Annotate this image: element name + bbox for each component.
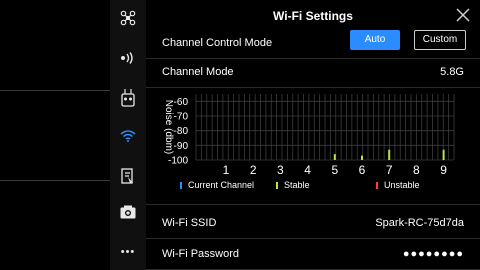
y-tick-label: -80 bbox=[174, 126, 189, 137]
legend-stable: Stable bbox=[276, 180, 310, 190]
y-axis-label: Noise (dbm) bbox=[163, 100, 174, 154]
remote-controller-icon-svg bbox=[121, 89, 135, 107]
x-tick-label: 3 bbox=[277, 163, 284, 177]
y-tick-label: -90 bbox=[174, 141, 189, 152]
custom-button[interactable]: Custom bbox=[414, 30, 466, 50]
noise-chart-svg: -60 -70 -80 -90 -100 Noise (dbm) 1 2 3 4 5 6 7 8 9 bbox=[163, 94, 455, 177]
battery-icon[interactable] bbox=[110, 164, 146, 188]
x-tick-label: 9 bbox=[440, 163, 447, 177]
x-tick-label: 8 bbox=[413, 163, 420, 177]
close-icon[interactable] bbox=[454, 6, 472, 24]
password-row[interactable]: Wi-Fi Password ●●●●●●●● bbox=[146, 239, 480, 270]
legend-current-channel: Current Channel bbox=[180, 180, 254, 190]
left-backdrop bbox=[0, 0, 60, 270]
divider bbox=[146, 204, 480, 205]
channel-control-label: Channel Control Mode bbox=[162, 37, 273, 49]
y-tick-label: -70 bbox=[174, 112, 189, 123]
wifi-settings-panel: Wi-Fi Settings Channel Control Mode Auto… bbox=[146, 0, 480, 270]
legend-label: Stable bbox=[284, 180, 310, 190]
legend-swatch-blue bbox=[180, 181, 182, 189]
legend-label: Unstable bbox=[384, 180, 420, 190]
legend-swatch-red bbox=[376, 181, 378, 189]
remote-signal-icon[interactable] bbox=[110, 46, 146, 70]
divider bbox=[0, 180, 110, 181]
x-tick-label: 6 bbox=[359, 163, 366, 177]
remote-controller-icon[interactable] bbox=[110, 86, 146, 110]
x-tick-label: 2 bbox=[250, 163, 257, 177]
x-tick-label: 7 bbox=[386, 163, 393, 177]
noise-bar bbox=[442, 149, 445, 160]
legend-swatch-green bbox=[276, 181, 278, 189]
channel-control-row: Channel Control Mode Auto Custom bbox=[146, 28, 480, 59]
wifi-icon[interactable] bbox=[110, 124, 146, 148]
channel-mode-label: Channel Mode bbox=[162, 66, 234, 78]
wifi-icon-svg bbox=[120, 130, 136, 142]
password-label: Wi-Fi Password bbox=[162, 248, 240, 260]
aircraft-icon-svg bbox=[120, 10, 136, 26]
x-tick-label: 1 bbox=[223, 163, 230, 177]
more-icon[interactable]: ••• bbox=[110, 240, 146, 264]
auto-button[interactable]: Auto bbox=[350, 30, 400, 50]
close-icon-svg bbox=[456, 8, 470, 22]
y-tick-label: -100 bbox=[168, 156, 188, 167]
channel-mode-value: 5.8G bbox=[440, 66, 464, 78]
x-tick-label: 4 bbox=[304, 163, 311, 177]
legend-label: Current Channel bbox=[188, 180, 255, 190]
noise-bar bbox=[361, 155, 363, 160]
noise-bar bbox=[333, 154, 336, 160]
password-value: ●●●●●●●● bbox=[402, 248, 464, 260]
y-tick-label: -60 bbox=[174, 97, 189, 108]
channel-mode-row[interactable]: Channel Mode 5.8G bbox=[146, 57, 480, 88]
camera-icon[interactable] bbox=[110, 200, 146, 224]
battery-icon-svg bbox=[121, 168, 133, 184]
ssid-label: Wi-Fi SSID bbox=[162, 217, 217, 229]
settings-sidebar: ••• bbox=[110, 0, 146, 270]
chart-legend: Current Channel Stable Unstable bbox=[146, 180, 480, 194]
ssid-row[interactable]: Wi-Fi SSID Spark-RC-75d7da bbox=[146, 208, 480, 239]
ssid-value: Spark-RC-75d7da bbox=[375, 217, 464, 229]
camera-icon-svg bbox=[120, 205, 136, 219]
x-tick-label: 5 bbox=[331, 163, 338, 177]
legend-unstable: Unstable bbox=[376, 180, 420, 190]
remote-signal-icon-svg bbox=[121, 52, 133, 64]
noise-bar bbox=[388, 149, 391, 160]
aircraft-icon[interactable] bbox=[110, 6, 146, 30]
divider bbox=[0, 90, 110, 91]
